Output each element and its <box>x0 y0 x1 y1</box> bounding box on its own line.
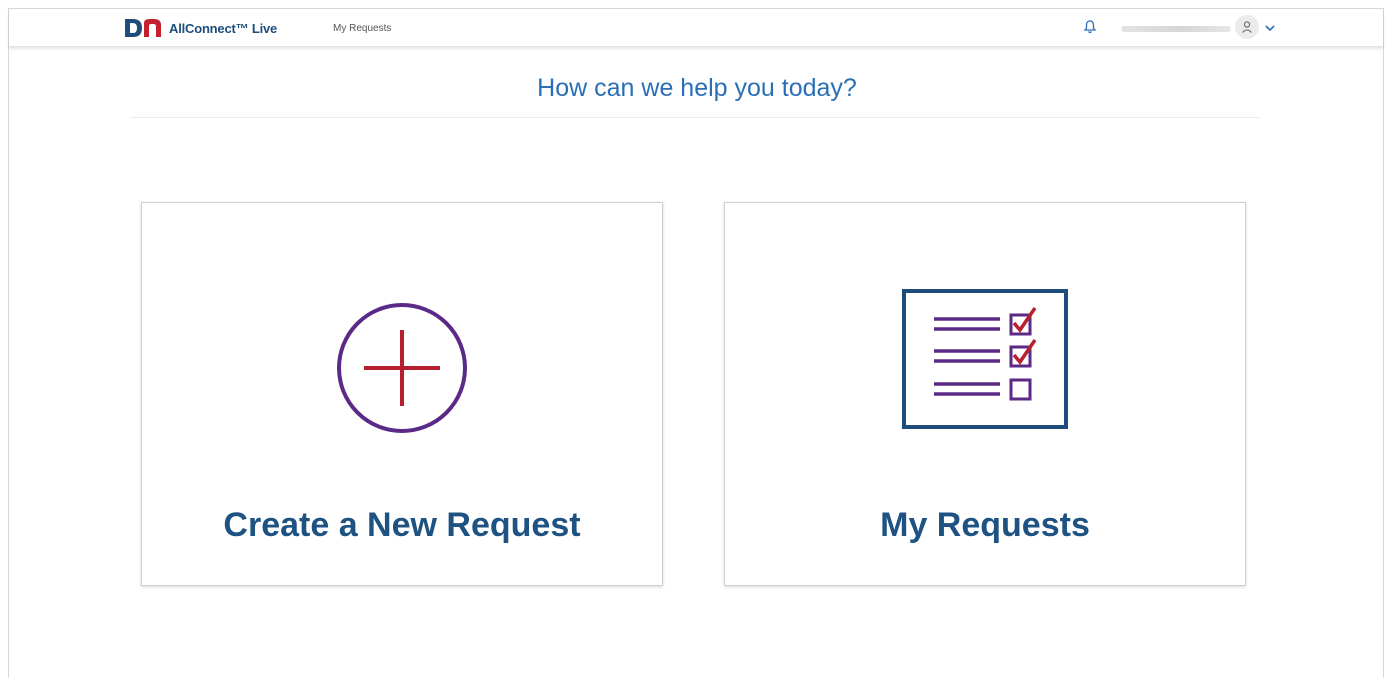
plus-circle-icon <box>337 303 467 433</box>
user-avatar[interactable] <box>1235 15 1259 39</box>
headline-divider <box>130 117 1261 118</box>
checklist-icon <box>902 289 1068 429</box>
brand-logo[interactable]: AllConnect™ Live <box>123 16 277 40</box>
chevron-down-icon[interactable] <box>1263 21 1277 35</box>
bell-icon[interactable] <box>1082 19 1098 35</box>
my-requests-title: My Requests <box>880 506 1090 544</box>
top-navigation-bar: AllConnect™ Live My Requests <box>9 9 1383 47</box>
user-name-redacted[interactable] <box>1121 26 1231 32</box>
user-avatar-icon <box>1242 21 1252 33</box>
create-new-request-title: Create a New Request <box>223 506 581 544</box>
my-requests-card[interactable]: My Requests <box>724 202 1246 586</box>
dn-logo-icon <box>125 19 161 37</box>
page-headline: How can we help you today? <box>537 74 857 102</box>
brand-name: AllConnect™ Live <box>169 20 278 36</box>
create-new-request-card[interactable]: Create a New Request <box>141 202 663 586</box>
nav-link-my-requests[interactable]: My Requests <box>333 23 391 34</box>
app-window: AllConnect™ Live My Requests How can we … <box>8 8 1384 678</box>
